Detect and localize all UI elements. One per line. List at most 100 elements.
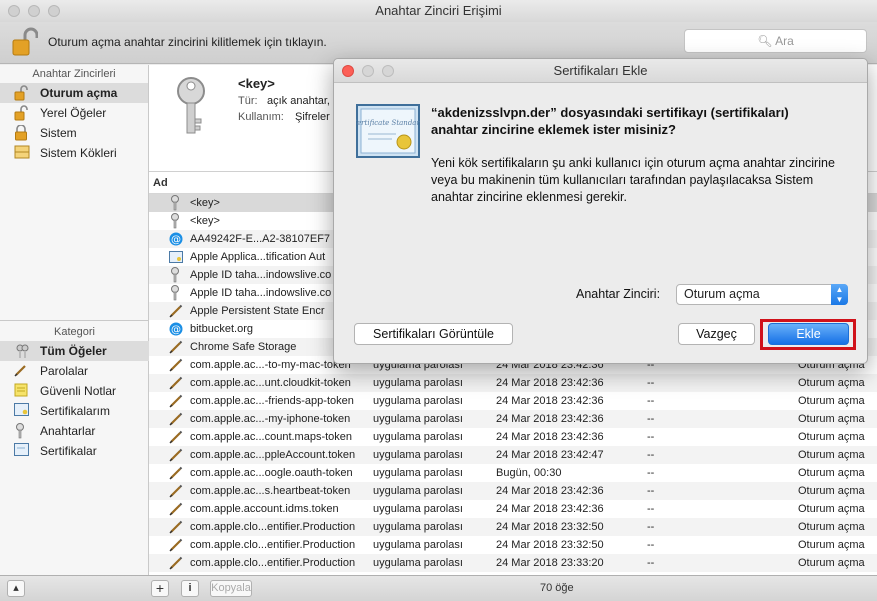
cell-name: com.apple.clo...entifier.Production <box>190 557 356 569</box>
table-row[interactable]: com.apple.ac...-my-iphone-token uygulama … <box>149 410 877 428</box>
cell-kind: uygulama parolası <box>373 521 463 533</box>
cell-keychain: Oturum açma <box>798 557 865 569</box>
cell-keychain: Oturum açma <box>798 503 865 515</box>
password-icon <box>14 363 32 379</box>
sidebar-item[interactable]: Sertifikalarım <box>0 401 149 421</box>
keychain-select-value: Oturum açma <box>684 287 760 301</box>
key-large-icon <box>171 75 211 140</box>
password-icon <box>169 374 183 392</box>
sidebar-item-label: Oturum açma <box>40 86 118 100</box>
cell-date: 24 Mar 2018 23:42:36 <box>496 503 604 515</box>
sidebar-item[interactable]: Oturum açma <box>0 83 148 103</box>
key-icon <box>169 266 183 284</box>
dialog-titlebar: Sertifikaları Ekle <box>334 59 867 83</box>
cell-name: AA49242F-E...A2-38107EF7 <box>190 233 331 245</box>
table-row[interactable]: com.apple.ac...count.maps-token uygulama … <box>149 428 877 446</box>
cell-name: com.apple.ac...s.heartbeat-token <box>190 485 351 497</box>
cell-name: Apple Applica...tification Aut <box>190 251 326 263</box>
highlight-box <box>760 319 856 350</box>
close-window-button[interactable] <box>8 5 20 17</box>
note-icon <box>14 383 32 399</box>
password-icon <box>169 536 183 554</box>
password-icon <box>169 392 183 410</box>
column-header-name[interactable]: Ad <box>153 172 168 194</box>
key-icon <box>169 212 183 230</box>
sidebar-item[interactable]: Parolalar <box>0 361 149 381</box>
dialog-headline: “akdenizsslvpn.der” dosyasındaki sertifi… <box>431 105 789 137</box>
sidebar-item-label: Sertifikalar <box>40 444 97 458</box>
search-input[interactable]: 🔍︎ Ara <box>684 29 867 53</box>
sidebar-item[interactable]: Sistem <box>0 123 148 143</box>
sidebar-item[interactable]: Yerel Öğeler <box>0 103 148 123</box>
cell-name: com.apple.ac...oogle.oauth-token <box>190 467 353 479</box>
cell-keychain: Oturum açma <box>798 539 865 551</box>
keychain-select-label: Anahtar Zinciri: <box>576 287 661 301</box>
certificate-icon-text: Certificate Standard <box>356 119 420 127</box>
password-icon <box>169 464 183 482</box>
dialog-zoom-button <box>382 65 394 77</box>
sidebar-item[interactable]: Tüm Öğeler <box>0 341 149 361</box>
password-icon <box>169 410 183 428</box>
table-row[interactable]: com.apple.ac...oogle.oauth-token uygulama… <box>149 464 877 482</box>
keychain-select[interactable]: Oturum açma ▲ ▼ <box>676 284 848 305</box>
internet-password-icon: @ <box>169 230 183 248</box>
cell-name: com.apple.ac...ppleAccount.token <box>190 449 356 461</box>
table-row[interactable]: com.apple.ac...unt.cloudkit-token uygulam… <box>149 374 877 392</box>
sidebar-item[interactable]: Sertifikalar <box>0 441 149 461</box>
cell-name: Chrome Safe Storage <box>190 341 297 353</box>
zoom-window-button[interactable] <box>48 5 60 17</box>
cell-name: com.apple.ac...count.maps-token <box>190 431 353 443</box>
cell-expires: -- <box>647 503 655 515</box>
sidebar-item-label: Sertifikalarım <box>40 404 111 418</box>
table-row[interactable]: com.apple.account.idms.token uygulama par… <box>149 500 877 518</box>
cell-expires: -- <box>647 377 655 389</box>
sidebar-item-label: Sistem Kökleri <box>40 146 117 160</box>
table-row[interactable]: com.apple.clo...entifier.Production uygul… <box>149 554 877 572</box>
cell-keychain: Oturum açma <box>798 467 865 479</box>
info-button[interactable]: i <box>181 580 199 597</box>
cell-name: com.apple.clo...entifier.Production <box>190 539 356 551</box>
cell-name: com.apple.ac...-to-my-mac-token <box>190 359 351 371</box>
cell-expires: -- <box>647 431 655 443</box>
dialog-close-button[interactable] <box>342 65 354 77</box>
window-titlebar: Anahtar Zinciri Erişimi <box>0 0 877 22</box>
certificate-icon: Certificate Standard <box>352 104 425 161</box>
show-sidebar-button[interactable]: ▴ <box>7 580 25 597</box>
add-item-button[interactable]: + <box>151 580 169 597</box>
sidebar-item[interactable]: Güvenli Notlar <box>0 381 149 401</box>
cell-expires: -- <box>647 395 655 407</box>
key-icon <box>14 423 32 439</box>
cell-expires: -- <box>647 449 655 461</box>
cell-kind: uygulama parolası <box>373 539 463 551</box>
keychains-header: Anahtar Zincirleri <box>32 68 116 80</box>
cell-name: Apple ID taha...indowslive.co <box>190 287 332 299</box>
cancel-button[interactable]: Vazgeç <box>678 323 755 345</box>
lock-open-icon <box>14 85 32 101</box>
table-row[interactable]: com.apple.ac...-friends-app-token uygulam… <box>149 392 877 410</box>
lock-hint-text: Oturum açma anahtar zincirini kilitlemek… <box>48 35 327 49</box>
cell-kind: uygulama parolası <box>373 377 463 389</box>
internet-password-icon: @ <box>169 320 183 338</box>
sidebar-item-label: Yerel Öğeler <box>40 106 107 120</box>
cell-keychain: Oturum açma <box>798 485 865 497</box>
svg-text:@: @ <box>171 235 181 246</box>
lock-open-icon[interactable] <box>12 26 39 61</box>
password-icon <box>169 302 183 320</box>
copy-button[interactable]: Kopyala <box>210 580 252 597</box>
cell-expires: -- <box>647 557 655 569</box>
cell-name: <key> <box>190 197 220 209</box>
view-certificates-button[interactable]: Sertifikaları Görüntüle <box>354 323 513 345</box>
sidebar-item[interactable]: Sistem Kökleri <box>0 143 148 163</box>
cell-name: com.apple.clo...entifier.Production <box>190 521 356 533</box>
search-placeholder: Ara <box>775 34 794 48</box>
table-row[interactable]: com.apple.clo...entifier.Production uygul… <box>149 518 877 536</box>
table-row[interactable]: com.apple.ac...ppleAccount.token uygulama… <box>149 446 877 464</box>
sidebar-item[interactable]: Anahtarlar <box>0 421 149 441</box>
certificate-icon <box>14 443 32 459</box>
password-icon <box>169 428 183 446</box>
sidebar: Anahtar Zincirleri Oturum açma Yerel Öğel… <box>0 65 149 575</box>
minimize-window-button[interactable] <box>28 5 40 17</box>
table-row[interactable]: com.apple.clo...entifier.Production uygul… <box>149 536 877 554</box>
table-row[interactable]: com.apple.ac...s.heartbeat-token uygulama… <box>149 482 877 500</box>
item-usage-label: Kullanım: <box>238 111 284 123</box>
